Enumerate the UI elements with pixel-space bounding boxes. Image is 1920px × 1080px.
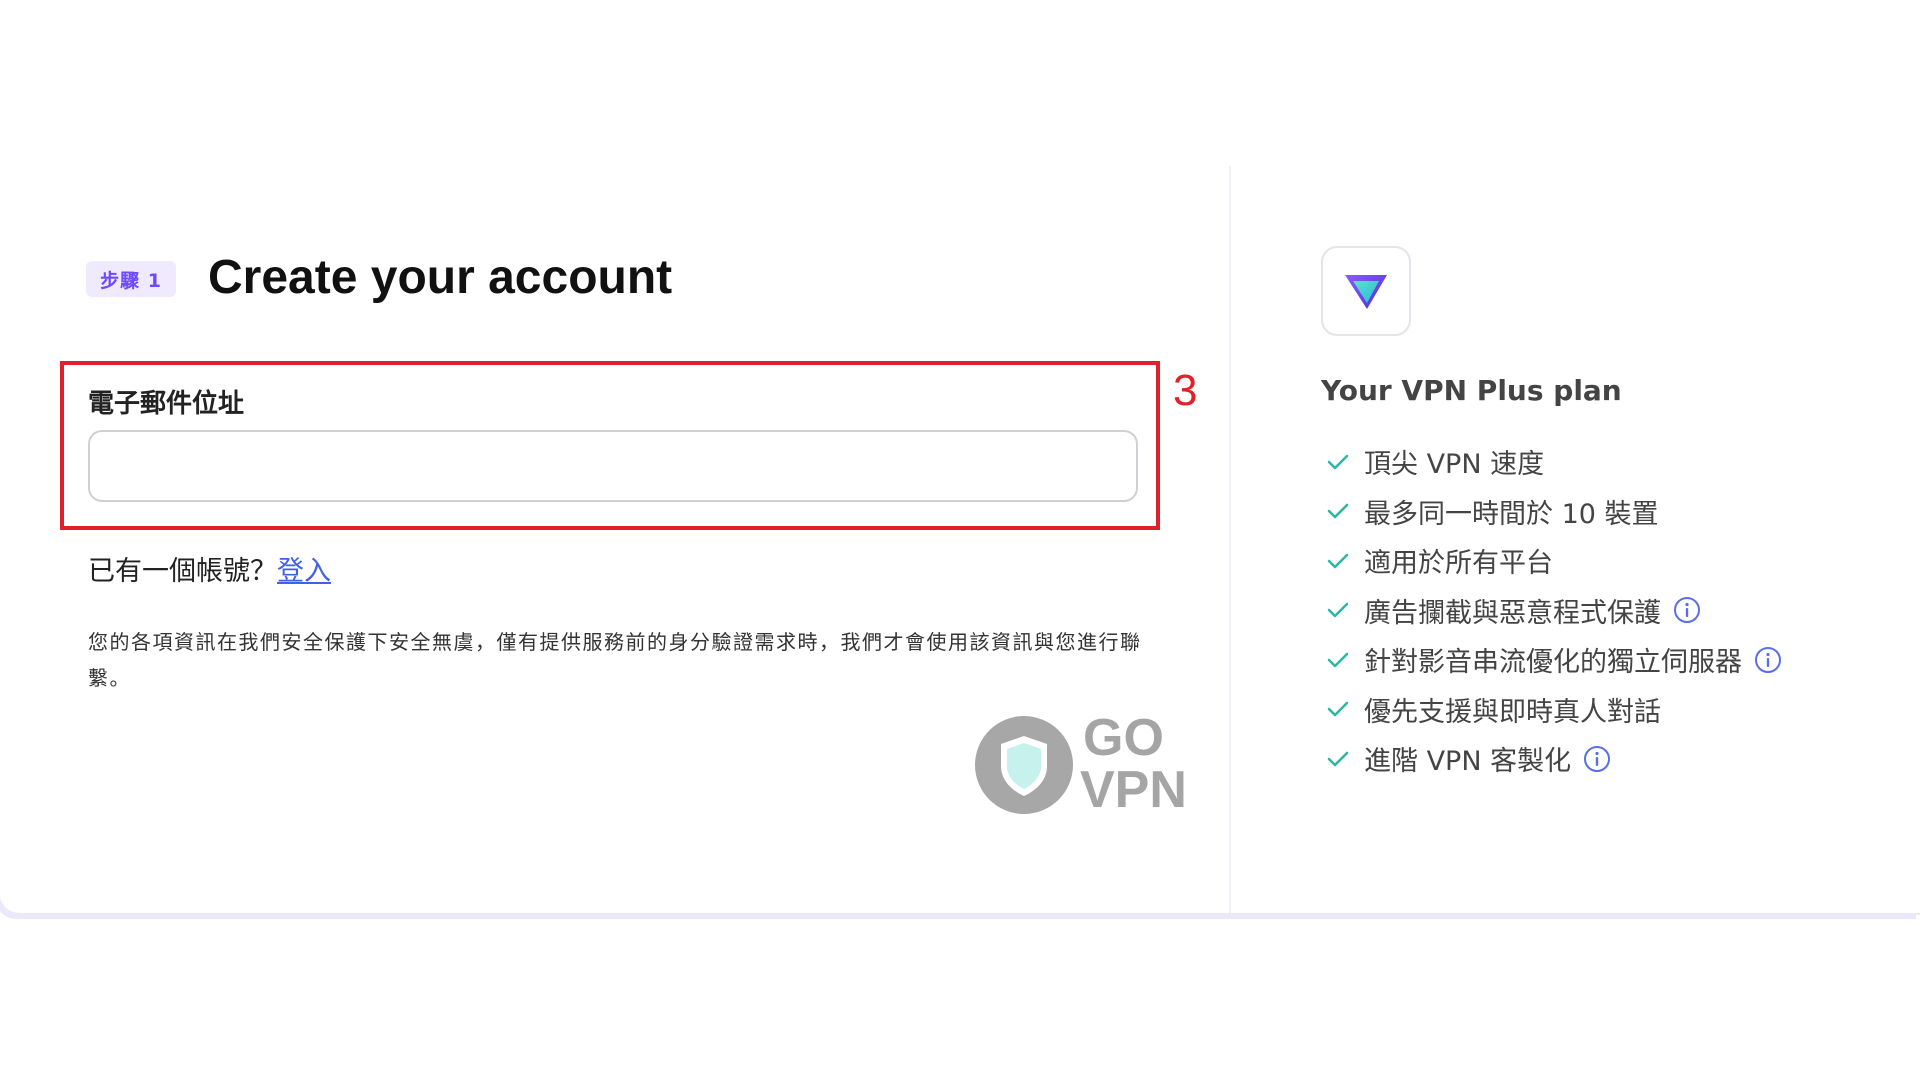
panel-divider [1229, 166, 1231, 913]
feature-item: 適用於所有平台 [1324, 536, 1782, 586]
feature-item: 頂尖 VPN 速度 [1324, 437, 1782, 487]
watermark-shield-icon [975, 716, 1073, 814]
check-icon [1327, 504, 1349, 519]
vpn-logo-icon [1345, 275, 1387, 309]
feature-label: 適用於所有平台 [1364, 548, 1553, 580]
step-badge: 步驟 1 [86, 261, 176, 297]
info-icon[interactable] [1583, 745, 1611, 773]
check-icon [1327, 603, 1349, 618]
feature-item: 優先支援與即時真人對話 [1324, 685, 1782, 735]
feature-item: 最多同一時間於 10 裝置 [1324, 487, 1782, 537]
info-icon[interactable] [1754, 646, 1782, 674]
feature-item: 廣告攔截與惡意程式保護 [1324, 586, 1782, 636]
feature-label: 頂尖 VPN 速度 [1364, 449, 1545, 481]
check-icon [1327, 702, 1349, 717]
feature-item: 進階 VPN 客製化 [1324, 734, 1782, 784]
plan-features-list: 頂尖 VPN 速度 最多同一時間於 10 裝置 適用於所有平台 廣告攔截與惡意程… [1324, 437, 1782, 784]
proton-vpn-logo [1321, 246, 1411, 336]
have-account-text: 已有一個帳號？ [88, 556, 277, 587]
check-icon [1327, 652, 1349, 667]
feature-label: 優先支援與即時真人對話 [1364, 696, 1661, 728]
feature-label: 最多同一時間於 10 裝置 [1364, 498, 1659, 530]
check-icon [1327, 751, 1349, 766]
info-icon[interactable] [1673, 596, 1701, 624]
watermark-text-vpn: VPN [1080, 761, 1187, 819]
check-icon [1327, 553, 1349, 568]
check-icon [1327, 454, 1349, 469]
plan-title: Your VPN Plus plan [1321, 374, 1622, 407]
page-title: Create your account [208, 251, 673, 304]
annotation-highlight-box [60, 361, 1160, 530]
annotation-number: 3 [1173, 366, 1198, 415]
have-account-row: 已有一個帳號？登入 [88, 549, 331, 588]
feature-label: 針對影音串流優化的獨立伺服器 [1364, 647, 1742, 679]
govpn-watermark: GO VPN [975, 712, 1215, 822]
feature-label: 廣告攔截與惡意程式保護 [1364, 597, 1661, 629]
login-link[interactable]: 登入 [277, 556, 331, 587]
watermark-text-go: GO [1083, 709, 1164, 767]
feature-label: 進階 VPN 客製化 [1364, 746, 1572, 778]
privacy-notice: 您的各項資訊在我們安全保護下安全無虞，僅有提供服務前的身分驗證需求時，我們才會使… [88, 630, 1142, 690]
feature-item: 針對影音串流優化的獨立伺服器 [1324, 635, 1782, 685]
